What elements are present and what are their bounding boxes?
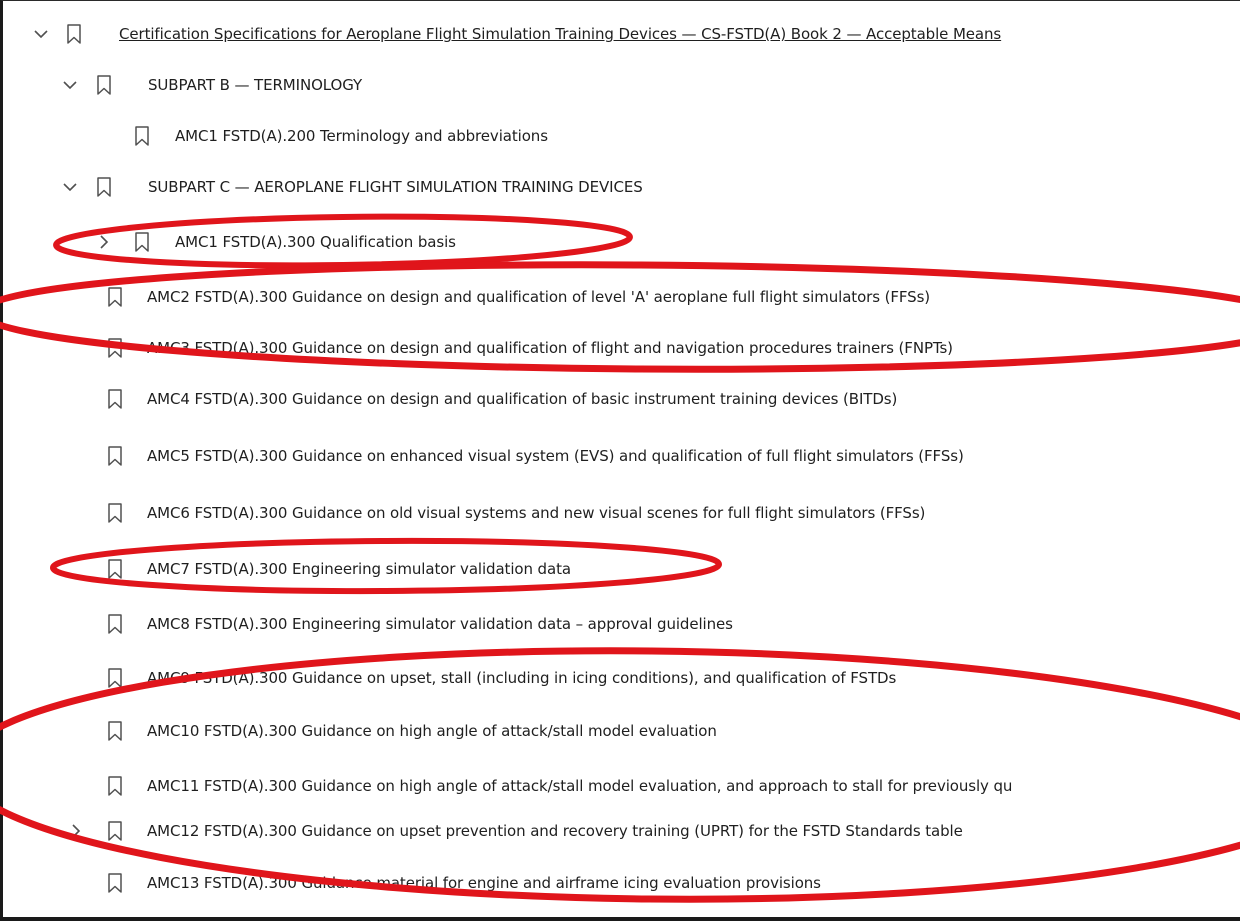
bookmark-amc8-300[interactable]: AMC8 FSTD(A).300 Engineering simulator v… (3, 609, 1240, 639)
bookmark-label: AMC3 FSTD(A).300 Guidance on design and … (147, 339, 953, 357)
bookmark-root[interactable]: Certification Specifications for Aeropla… (3, 19, 1240, 49)
bookmark-icon (108, 821, 122, 841)
bookmark-icon (108, 338, 122, 358)
bookmark-icon (108, 721, 122, 741)
bookmark-icon (67, 24, 81, 44)
bookmarks-panel: Certification Specifications for Aeropla… (0, 0, 1240, 921)
bookmark-amc2-300[interactable]: AMC2 FSTD(A).300 Guidance on design and … (3, 282, 1240, 312)
bookmark-subpart-c[interactable]: SUBPART C — AEROPLANE FLIGHT SIMULATION … (3, 172, 1240, 202)
chevron-down-icon[interactable] (33, 26, 49, 42)
bookmark-icon (108, 559, 122, 579)
bookmark-label: AMC1 FSTD(A).300 Qualification basis (175, 233, 456, 251)
bookmark-icon (135, 126, 149, 146)
bookmark-label: AMC8 FSTD(A).300 Engineering simulator v… (147, 615, 733, 633)
bookmark-amc1-200[interactable]: AMC1 FSTD(A).200 Terminology and abbrevi… (3, 121, 1240, 151)
bookmark-amc10-300[interactable]: AMC10 FSTD(A).300 Guidance on high angle… (3, 716, 1240, 746)
bookmark-amc11-300[interactable]: AMC11 FSTD(A).300 Guidance on high angle… (3, 771, 1240, 801)
bookmark-label: AMC12 FSTD(A).300 Guidance on upset prev… (147, 822, 963, 840)
bookmark-icon (135, 232, 149, 252)
bookmark-label: AMC4 FSTD(A).300 Guidance on design and … (147, 390, 898, 408)
bookmark-amc9-300[interactable]: AMC9 FSTD(A).300 Guidance on upset, stal… (3, 663, 1240, 693)
bookmark-label: AMC10 FSTD(A).300 Guidance on high angle… (147, 722, 717, 740)
bookmark-icon (108, 614, 122, 634)
bookmark-label: SUBPART B — TERMINOLOGY (148, 76, 363, 94)
bookmark-label: AMC13 FSTD(A).300 Guidance material for … (147, 874, 821, 892)
bookmark-icon (108, 668, 122, 688)
bookmark-subpart-b[interactable]: SUBPART B — TERMINOLOGY (3, 70, 1240, 100)
bookmark-label: SUBPART C — AEROPLANE FLIGHT SIMULATION … (148, 178, 643, 196)
bookmark-icon (108, 503, 122, 523)
bookmark-icon (97, 177, 111, 197)
bookmark-icon (108, 776, 122, 796)
bookmark-label: AMC1 FSTD(A).200 Terminology and abbrevi… (175, 127, 548, 145)
bookmark-label: AMC9 FSTD(A).300 Guidance on upset, stal… (147, 669, 897, 687)
bookmark-label: AMC11 FSTD(A).300 Guidance on high angle… (147, 777, 1013, 795)
bookmark-label: Certification Specifications for Aeropla… (119, 25, 1002, 43)
bookmark-label: AMC7 FSTD(A).300 Engineering simulator v… (147, 560, 571, 578)
bookmark-icon (108, 446, 122, 466)
bookmark-icon (108, 873, 122, 893)
bookmark-label: AMC5 FSTD(A).300 Guidance on enhanced vi… (147, 447, 964, 465)
bookmark-icon (97, 75, 111, 95)
bookmark-amc3-300[interactable]: AMC3 FSTD(A).300 Guidance on design and … (3, 333, 1240, 363)
bookmark-icon (108, 389, 122, 409)
bookmark-amc12-300[interactable]: AMC12 FSTD(A).300 Guidance on upset prev… (3, 816, 1240, 846)
chevron-right-icon[interactable] (68, 823, 84, 839)
chevron-down-icon[interactable] (62, 179, 78, 195)
bookmark-label: AMC6 FSTD(A).300 Guidance on old visual … (147, 504, 926, 522)
chevron-down-icon[interactable] (62, 77, 78, 93)
chevron-right-icon[interactable] (96, 234, 112, 250)
bookmark-amc13-300[interactable]: AMC13 FSTD(A).300 Guidance material for … (3, 868, 1240, 898)
bookmark-amc4-300[interactable]: AMC4 FSTD(A).300 Guidance on design and … (3, 384, 1240, 414)
bookmark-amc5-300[interactable]: AMC5 FSTD(A).300 Guidance on enhanced vi… (3, 441, 1240, 471)
bookmark-amc6-300[interactable]: AMC6 FSTD(A).300 Guidance on old visual … (3, 498, 1240, 528)
bookmark-icon (108, 287, 122, 307)
bookmark-amc7-300[interactable]: AMC7 FSTD(A).300 Engineering simulator v… (3, 554, 1240, 584)
bookmark-amc1-300[interactable]: AMC1 FSTD(A).300 Qualification basis (3, 227, 1240, 257)
bookmark-label: AMC2 FSTD(A).300 Guidance on design and … (147, 288, 931, 306)
